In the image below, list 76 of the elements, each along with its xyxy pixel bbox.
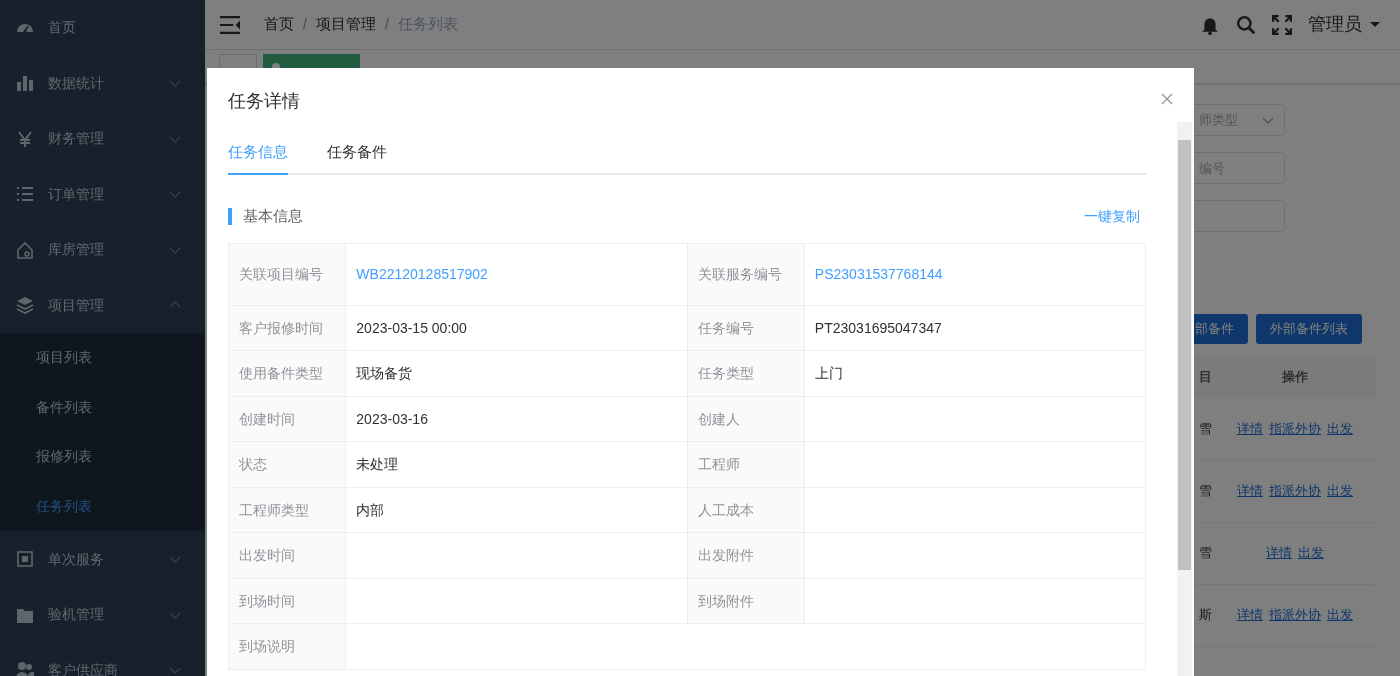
field-label: 工程师类型 xyxy=(228,487,346,533)
breadcrumb-separator: / xyxy=(303,15,307,34)
field-label: 任务类型 xyxy=(687,350,805,397)
column-header: 操作 xyxy=(1215,356,1375,398)
column-header: 目 xyxy=(1193,356,1215,398)
field-label: 状态 xyxy=(228,441,346,488)
chevron-icon xyxy=(1262,116,1274,124)
breadcrumb-item[interactable]: 项目管理 xyxy=(315,13,376,36)
field-value: PT23031695047347 xyxy=(804,305,1146,351)
layers-icon xyxy=(16,296,34,315)
field-label: 到场说明 xyxy=(228,623,346,670)
field-value: 2023-03-15 00:00 xyxy=(345,305,687,351)
breadcrumb-item[interactable]: 首页 xyxy=(264,13,294,36)
sidebar-item[interactable]: 数据统计 xyxy=(0,55,205,111)
list-icon xyxy=(16,185,34,204)
field-value: 现场备货 xyxy=(345,350,687,397)
user-menu[interactable]: 管理员 xyxy=(1308,11,1380,38)
action-link[interactable]: 指派外协 xyxy=(1269,484,1321,499)
action-link[interactable]: 出发 xyxy=(1327,608,1353,623)
field-value[interactable]: PS23031537768144 xyxy=(804,243,1146,306)
field-label: 出发时间 xyxy=(228,532,346,579)
field-value: 未处理 xyxy=(345,441,687,488)
sidebar-item[interactable]: 项目管理 xyxy=(0,277,205,333)
copy-link[interactable]: 一键复制 xyxy=(1084,206,1140,228)
sidebar-item[interactable]: 客户供应商 xyxy=(0,642,205,676)
sidebar-item[interactable]: 首页 xyxy=(0,0,205,56)
sidebar-subitem[interactable]: 报修列表 xyxy=(0,432,205,482)
bar-chart-icon xyxy=(16,74,34,93)
sidebar-item[interactable]: 财务管理 xyxy=(0,111,205,167)
field-value: 2023-03-16 xyxy=(345,396,687,442)
sidebar-item[interactable]: 单次服务 xyxy=(0,531,205,587)
action-link[interactable]: 出发 xyxy=(1327,484,1353,499)
field-value: 上门 xyxy=(804,350,1146,397)
menu-icon[interactable] xyxy=(220,14,240,35)
breadcrumb-separator: / xyxy=(384,15,389,34)
house-icon xyxy=(16,240,34,259)
field-label: 关联项目编号 xyxy=(228,243,346,306)
field-value: 内部 xyxy=(345,487,687,533)
field-label: 人工成本 xyxy=(687,487,805,533)
sidebar-item[interactable]: 订单管理 xyxy=(0,166,205,222)
field-label: 到场附件 xyxy=(687,578,805,624)
action-link[interactable]: 详情 xyxy=(1237,421,1263,436)
people-icon xyxy=(16,661,34,676)
sidebar-subitem[interactable]: 备件列表 xyxy=(0,382,205,433)
sidebar-subitem[interactable]: 项目列表 xyxy=(0,333,205,383)
action-link[interactable]: 详情 xyxy=(1237,608,1263,623)
field-label: 创建人 xyxy=(687,396,805,442)
square-icon xyxy=(16,550,34,569)
yen-icon xyxy=(16,129,34,148)
field-label: 任务编号 xyxy=(687,305,805,351)
field-label: 工程师 xyxy=(687,441,805,488)
action-button[interactable]: 外部备件列表 xyxy=(1256,314,1362,344)
action-link[interactable]: 详情 xyxy=(1266,546,1292,561)
field-label: 到场时间 xyxy=(228,578,346,624)
sidebar-item[interactable]: 库房管理 xyxy=(0,222,205,278)
field-label: 创建时间 xyxy=(228,396,346,442)
action-link[interactable]: 指派外协 xyxy=(1269,421,1321,436)
dialog-title: 任务详情 xyxy=(228,90,300,113)
tab[interactable]: 任务备件 xyxy=(327,142,387,175)
search-icon[interactable] xyxy=(1236,14,1256,35)
sidebar-item[interactable]: 验机管理 xyxy=(0,586,205,643)
action-link[interactable]: 详情 xyxy=(1237,484,1263,499)
field-label: 出发附件 xyxy=(687,532,805,579)
field-label: 使用备件类型 xyxy=(228,350,346,397)
field-label: 客户报修时间 xyxy=(228,305,346,351)
action-link[interactable]: 出发 xyxy=(1327,421,1353,436)
fullscreen-icon[interactable] xyxy=(1272,14,1292,35)
caret-icon xyxy=(1370,22,1380,27)
scrollbar[interactable] xyxy=(1177,122,1192,676)
sidebar-subitem[interactable]: 任务列表 xyxy=(0,481,205,532)
section-title: 基本信息 xyxy=(228,208,303,226)
tab[interactable]: 任务信息 xyxy=(228,142,288,175)
field-value[interactable]: WB22120128517902 xyxy=(345,243,687,306)
action-link[interactable]: 出发 xyxy=(1298,546,1324,561)
action-link[interactable]: 指派外协 xyxy=(1269,608,1321,623)
field-label: 关联服务编号 xyxy=(687,243,805,306)
